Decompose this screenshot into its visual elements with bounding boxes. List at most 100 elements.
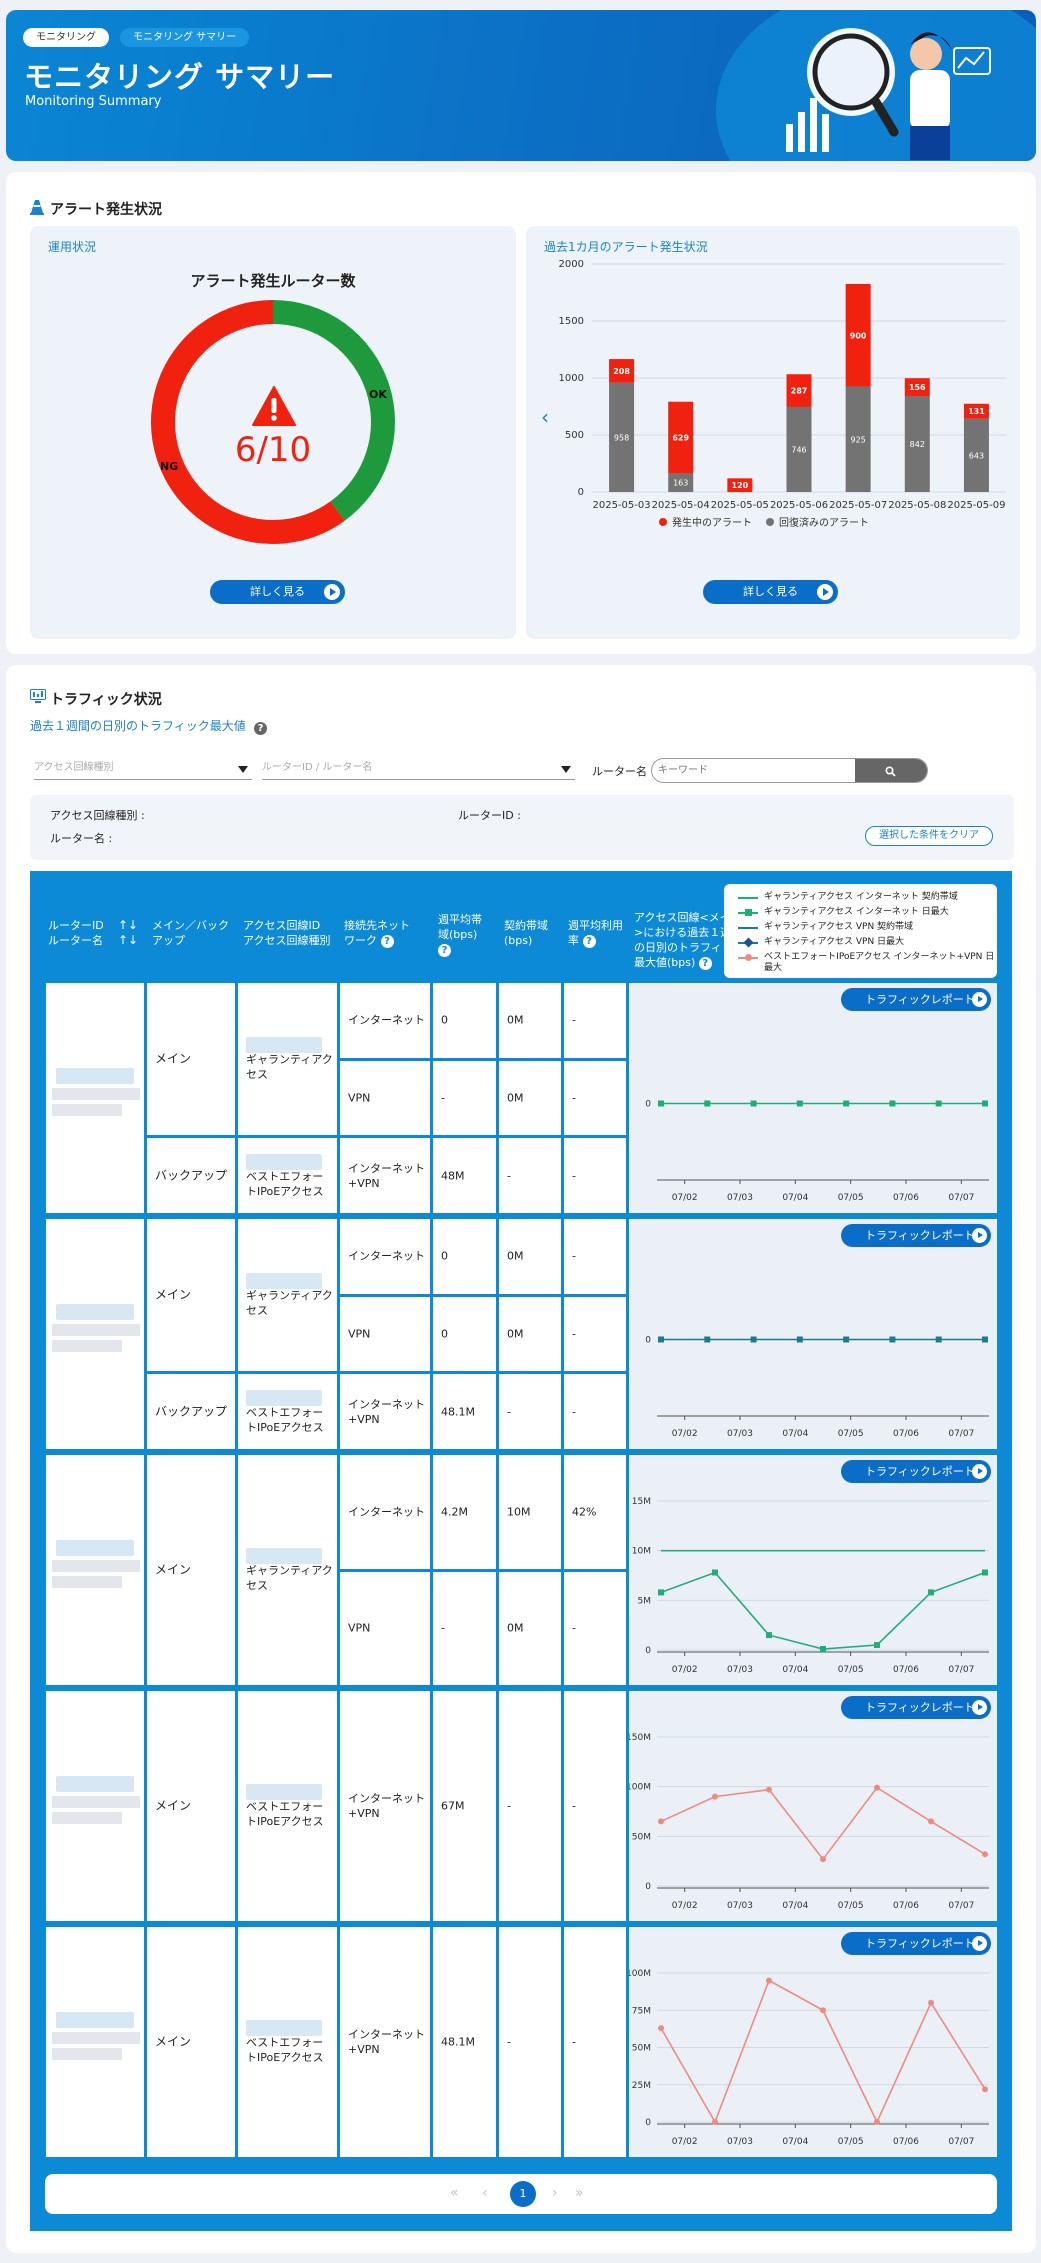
line-cell: ギャランティアクセス [238, 983, 337, 1136]
network-cell: VPN [340, 1060, 430, 1136]
page-1-button[interactable]: 1 [510, 2181, 536, 2207]
contract-cell-value: 0M [507, 1327, 524, 1341]
series-point [935, 1100, 942, 1107]
x-tick-label: 2025-05-06 [770, 500, 828, 511]
router-cell [46, 983, 144, 1213]
contract-cell-value: 0M [507, 1091, 524, 1105]
search-button[interactable] [855, 759, 927, 782]
line-type-select[interactable]: アクセス回線種別 [34, 758, 252, 780]
clear-conditions-button[interactable]: 選択した条件をクリア [865, 826, 993, 846]
line-cell: ギャランティアクセス [238, 1455, 337, 1685]
next-page-icon[interactable]: › [552, 2185, 558, 2201]
utilization-cell-value: - [572, 2035, 576, 2049]
traffic-report-button[interactable]: トラフィックレポート [841, 1932, 991, 1955]
router-cell [46, 1691, 144, 1921]
contract-cell: 10M [499, 1455, 561, 1569]
help-icon[interactable]: ? [582, 934, 596, 948]
x-tick-label: 2025-05-09 [947, 500, 1005, 511]
help-icon[interactable]: ? [254, 718, 267, 737]
router-name-redacted [52, 1340, 122, 1352]
bar-active-label: 287 [791, 387, 808, 396]
contract-cell-value: - [507, 1405, 511, 1419]
line-id-redacted [246, 1389, 322, 1406]
avg-bandwidth-cell-value: 0 [441, 1013, 448, 1027]
series-point [982, 1100, 988, 1107]
x-tick-label: 07/06 [893, 1193, 919, 1203]
avg-bandwidth-cell-value: 48M [441, 1169, 465, 1183]
utilization-cell: - [564, 1927, 626, 2157]
last-page-icon[interactable]: » [575, 2185, 584, 2201]
history-details-label: 詳しく見る [743, 585, 798, 598]
donut-slice-ng [151, 300, 345, 544]
utilization-cell: - [564, 1691, 626, 1921]
router-name-redacted [52, 1104, 122, 1116]
traffic-chart-cell: 0 5M 10M 15M 07/02 07/03 07/04 07/05 07/06 07/07 ト… [629, 1455, 997, 1685]
line-cell: ギャランティアクセス [238, 1219, 337, 1372]
traffic-report-button[interactable]: トラフィックレポート [841, 1460, 991, 1483]
avg-bandwidth-cell-value: - [441, 1621, 445, 1635]
breadcrumb-monitoring[interactable]: モニタリング [23, 28, 109, 47]
router-select[interactable]: ルーターID / ルーター名 [262, 758, 575, 780]
header-avg-label: 週平均帯域(bps) [438, 913, 482, 941]
avg-bandwidth-cell-value: 48.1M [441, 2035, 475, 2049]
line-type-label: ベストエフォートIPoEアクセス [246, 1800, 324, 1828]
legend-guarantee-vpn-max: ギャランティアクセス VPN 日最大 [738, 937, 904, 951]
keyword-input[interactable] [658, 762, 838, 779]
history-details-button[interactable]: 詳しく見る [703, 580, 838, 604]
x-tick-label: 07/04 [782, 1193, 808, 1203]
contract-cell: - [499, 1374, 561, 1449]
contract-cell-value: - [507, 2035, 511, 2049]
role-cell: メイン [147, 1927, 235, 2157]
header-line: アクセス回線ID アクセス回線種別 [243, 918, 330, 948]
traffic-report-button[interactable]: トラフィックレポート [841, 1224, 991, 1247]
line-type-label: ベストエフォートIPoEアクセス [246, 1405, 324, 1434]
router-id-redacted [56, 1776, 134, 1792]
line-cell: ベストエフォートIPoEアクセス [238, 1927, 337, 2157]
traffic-chart-cell: 0 07/02 07/03 07/04 07/05 07/06 07/07 トラフィックレポー… [629, 983, 997, 1213]
utilization-cell: - [564, 1296, 626, 1372]
utilization-cell: - [564, 1219, 626, 1294]
traffic-chart-cell: 0 25M 50M 75M 100M 07/02 07/03 07/04 07/05 07/06 0… [629, 1927, 997, 2157]
status-details-label: 詳しく見る [250, 585, 305, 598]
series-point [796, 1100, 803, 1107]
status-details-button[interactable]: 詳しく見る [210, 580, 345, 604]
line-id-redacted [246, 1784, 322, 1800]
series-point [750, 1336, 757, 1343]
traffic-report-button[interactable]: トラフィックレポート [841, 1696, 991, 1719]
x-tick-label: 07/05 [838, 1901, 864, 1911]
series-point [843, 1336, 850, 1343]
series-point [928, 1589, 934, 1596]
series-point [889, 1336, 896, 1343]
traffic-subtitle: 過去１週間の日別のトラフィック最大値 [30, 719, 246, 733]
help-icon[interactable]: ? [698, 956, 712, 970]
y-tick-label: 150M [629, 1733, 651, 1743]
x-tick-label: 07/03 [727, 1665, 753, 1675]
line-type-placeholder: アクセス回線種別 [34, 762, 114, 773]
header-contract: 契約帯域(bps) [504, 919, 548, 947]
router-name-redacted [52, 1796, 140, 1808]
avg-bandwidth-cell: 0 [433, 1219, 496, 1294]
line-cell: ベストエフォートIPoEアクセス [238, 1691, 337, 1921]
sort-router-id[interactable]: ↑↓ ↑↓ [118, 918, 138, 948]
first-page-icon[interactable]: « [450, 2185, 459, 2201]
avg-bandwidth-cell: 4.2M [433, 1455, 496, 1569]
help-icon[interactable]: ? [380, 934, 394, 948]
avg-bandwidth-cell-value: 4.2M [441, 1505, 468, 1519]
arrow-right-icon [324, 584, 340, 600]
traffic-report-label: トラフィックレポート [865, 1229, 975, 1242]
network-cell-value: VPN [348, 1621, 371, 1635]
legend-guarantee-internet-max: ギャランティアクセス インターネット 日最大 [738, 907, 949, 921]
series-point [712, 1569, 718, 1576]
utilization-cell-value: - [572, 1405, 576, 1419]
prev-page-icon[interactable]: ‹ [482, 2185, 488, 2201]
router-cell [46, 1219, 144, 1449]
avg-bandwidth-cell: 67M [433, 1691, 496, 1921]
x-tick-label: 07/07 [948, 1193, 974, 1203]
alert-history-bar-chart: 0 500 1000 1500 2000 958 208 2025-05-03 163 629 20… [559, 259, 1006, 529]
x-tick-label: 07/07 [948, 1665, 974, 1675]
traffic-report-button[interactable]: トラフィックレポート [841, 988, 991, 1011]
avg-bandwidth-cell-value: 0 [441, 1327, 448, 1341]
header-util-label: 週平均利用率 [568, 919, 623, 947]
help-icon[interactable]: ? [438, 943, 451, 957]
role-label: メイン [155, 1798, 192, 1813]
